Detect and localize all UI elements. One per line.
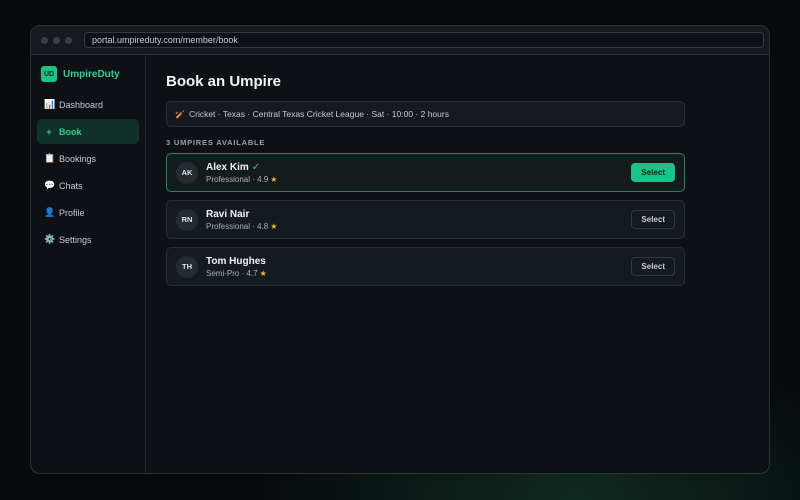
umpire-meta: Professional · 4.8: [206, 221, 269, 231]
umpire-name: Tom Hughes: [206, 255, 266, 267]
star-icon: ★: [270, 221, 278, 231]
sidebar-item-label: Settings: [59, 234, 92, 245]
speech-bubble-icon: 💬: [44, 180, 56, 190]
sidebar-item-profile[interactable]: 👤 Profile: [37, 200, 139, 225]
brand[interactable]: UD UmpireDuty: [37, 66, 139, 82]
clipboard-icon: 📋: [44, 153, 56, 163]
umpire-meta: Professional · 4.9: [206, 174, 269, 184]
plus-icon: +: [46, 126, 52, 137]
user-icon: 👤: [44, 207, 56, 217]
browser-window: portal.umpireduty.com/member/book UD Ump…: [30, 25, 770, 474]
booking-context-bar: 🏏 Cricket · Texas · Central Texas Cricke…: [166, 101, 685, 127]
sidebar-item-book[interactable]: + Book: [37, 119, 139, 144]
brand-logo: UD: [41, 66, 57, 82]
chart-icon: 📊: [44, 99, 56, 109]
page-title: Book an Umpire: [166, 73, 282, 90]
booking-context-text: Cricket · Texas · Central Texas Cricket …: [188, 109, 449, 119]
select-umpire-button[interactable]: Select: [631, 210, 675, 229]
minimize-window-dot[interactable]: [53, 36, 60, 44]
umpire-card[interactable]: AK Alex Kim ✓ Professional · 4.9 ★ Selec…: [166, 153, 685, 192]
umpire-name: Alex Kim: [206, 161, 249, 173]
umpire-card[interactable]: RN Ravi Nair Professional · 4.8 ★ Select: [166, 200, 685, 239]
sidebar-item-dashboard[interactable]: 📊 Dashboard: [37, 92, 139, 117]
sidebar-item-chats[interactable]: 💬 Chats: [37, 173, 139, 198]
sidebar-item-label: Dashboard: [59, 99, 104, 110]
star-icon: ★: [259, 268, 267, 278]
select-umpire-button[interactable]: Select: [631, 257, 675, 276]
browser-titlebar: portal.umpireduty.com/member/book: [31, 26, 769, 55]
umpire-name: Ravi Nair: [206, 208, 250, 220]
sidebar-item-bookings[interactable]: 📋 Bookings: [37, 146, 139, 171]
avatar: AK: [176, 161, 198, 184]
sidebar-item-label: Book: [59, 126, 82, 137]
sidebar-item-settings[interactable]: ⚙️ Settings: [37, 227, 139, 252]
main-content: Book an Umpire 🏏 Cricket · Texas · Centr…: [146, 55, 769, 473]
sidebar: UD UmpireDuty 📊 Dashboard + Book 📋 Booki…: [31, 55, 146, 473]
close-window-dot[interactable]: [41, 36, 48, 44]
umpires-count-label: 3 UMPIRES AVAILABLE: [166, 138, 266, 147]
address-bar[interactable]: portal.umpireduty.com/member/book: [84, 32, 764, 48]
avatar: RN: [176, 208, 198, 231]
brand-name: UmpireDuty: [63, 68, 120, 80]
cricket-bat-icon: 🏏: [175, 109, 185, 119]
window-controls: [41, 36, 72, 44]
umpire-meta: Semi-Pro · 4.7: [206, 268, 258, 278]
maximize-window-dot[interactable]: [65, 36, 72, 44]
star-icon: ★: [270, 174, 278, 184]
verified-check-icon: ✓: [251, 161, 261, 173]
sidebar-item-label: Profile: [59, 207, 85, 218]
sidebar-item-label: Chats: [59, 180, 83, 191]
umpire-card[interactable]: TH Tom Hughes Semi-Pro · 4.7 ★ Select: [166, 247, 685, 286]
gear-icon: ⚙️: [44, 234, 56, 244]
sidebar-item-label: Bookings: [59, 153, 97, 164]
avatar: TH: [176, 255, 198, 278]
select-umpire-button[interactable]: Select: [631, 163, 675, 182]
